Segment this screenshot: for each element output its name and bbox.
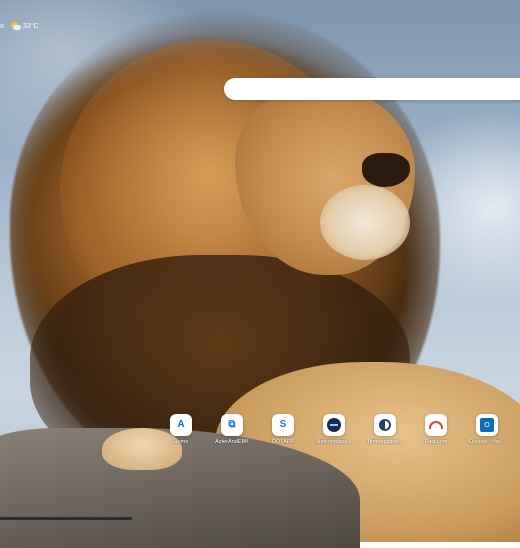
shortcut-label: Home — [173, 439, 189, 445]
shortcut-tiles: A Home ⧉ AzterAndEBK S DOTAPP Netcompany… — [156, 414, 520, 454]
shortcut-icon-box — [374, 414, 396, 436]
shortcut-icon-box: S — [272, 414, 294, 436]
shortcut-label: AzterAndEBK — [215, 439, 249, 445]
weather-temperature: 33°C — [22, 22, 39, 30]
shortcut-timeregistrering[interactable]: Timeregistret... — [360, 414, 410, 445]
shortcut-icon-box — [323, 414, 345, 436]
shortcut-icon-box: O — [476, 414, 498, 436]
partly-sunny-icon — [10, 21, 21, 31]
azure-logo-icon: A — [177, 419, 185, 430]
weather-widget[interactable]: o 33°C — [0, 18, 39, 34]
outlook-icon: O — [480, 418, 494, 432]
netcompany-icon — [327, 418, 341, 432]
weather-partial-label: o — [0, 22, 4, 30]
shortcut-icon-box — [425, 414, 447, 436]
shortcut-label: Timeregistret... — [366, 439, 404, 445]
timer-icon — [379, 419, 391, 431]
shortcut-dotapp[interactable]: S DOTAPP — [258, 414, 308, 445]
shortcut-icon-box: A — [170, 414, 192, 436]
wallpaper-lion-muzzle — [320, 185, 410, 260]
speedometer-icon — [429, 421, 443, 429]
shortcut-azterandebk[interactable]: ⧉ AzterAndEBK — [207, 414, 257, 445]
shortcut-fast-com[interactable]: Fast.com — [411, 414, 461, 445]
shortcut-netcompany[interactable]: Netcompany... — [309, 414, 359, 445]
app-window-icon: ⧉ — [228, 419, 236, 430]
shortcut-label: Fast.com — [424, 439, 448, 445]
shortcut-outlook[interactable]: O Outlook – fre... — [462, 414, 512, 445]
shortcut-label: Outlook – fre... — [468, 439, 506, 445]
shortcut-icon-box: ⧉ — [221, 414, 243, 436]
search-input[interactable] — [224, 78, 520, 100]
shortcut-label: DOTAPP — [271, 439, 295, 445]
shortcut-home[interactable]: A Home — [156, 414, 206, 445]
shortcut-label: Netcompany... — [316, 439, 352, 445]
sharepoint-icon: S — [279, 419, 287, 430]
